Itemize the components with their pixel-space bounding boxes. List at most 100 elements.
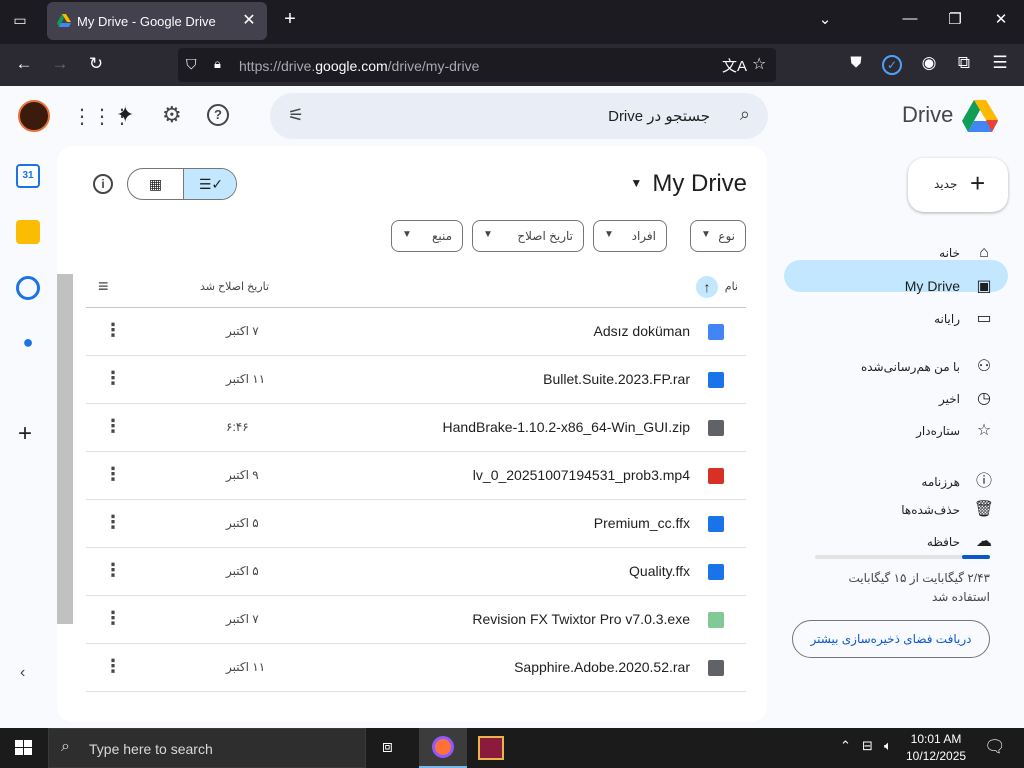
name-column-header[interactable]: نام <box>725 280 738 293</box>
close-window-button[interactable]: ✕ <box>986 10 1016 28</box>
close-tab-icon[interactable]: ✕ <box>239 10 259 30</box>
table-row[interactable]: ⋮ ۷ اکتبر Revision FX Twixtor Pro v7.0.3.e… <box>86 596 746 644</box>
table-row[interactable]: ⋮ ۱۱ اکتبر Sapphire.Adobe.2020.52.rar <box>86 644 746 692</box>
menu-icon[interactable]: ☰ <box>986 53 1014 73</box>
show-hidden-icons[interactable]: ⌃ <box>840 738 851 754</box>
collapse-panel-icon[interactable]: ‹ <box>20 664 25 682</box>
system-clock[interactable]: 10:01 AM 10/12/2025 <box>906 731 966 765</box>
settings-gear-icon[interactable]: ⚙ <box>162 102 182 128</box>
lock-icon[interactable]: 🔒︎ <box>214 56 221 72</box>
file-name[interactable]: Bullet.Suite.2023.FP.rar <box>543 371 690 387</box>
scrollbar[interactable] <box>57 274 73 624</box>
sort-ascending-icon[interactable]: ↑ <box>696 276 718 298</box>
list-view-icon[interactable]: ☰✓ <box>183 169 236 199</box>
firefox-taskbar-button[interactable] <box>419 728 467 768</box>
tasks-icon[interactable] <box>16 276 40 300</box>
browser-tab[interactable]: My Drive - Google Drive ✕ <box>47 2 267 40</box>
extensions-icon[interactable]: ⧉ <box>950 53 978 73</box>
gemini-icon[interactable]: ✦ <box>116 102 134 128</box>
file-name[interactable]: Adsız doküman <box>594 323 691 339</box>
modified-column-header[interactable]: تاریخ اصلاح شد <box>200 280 269 293</box>
more-actions-icon[interactable]: ⋮ <box>104 656 122 677</box>
account-icon[interactable]: ◉ <box>915 53 943 73</box>
more-actions-icon[interactable]: ⋮ <box>104 512 122 533</box>
minimize-button[interactable]: — <box>895 10 925 27</box>
network-icon[interactable]: ⊟ <box>862 738 873 754</box>
help-icon[interactable]: ? <box>207 104 229 126</box>
more-actions-icon[interactable]: ⋮ <box>104 320 122 341</box>
back-icon[interactable]: ← <box>10 54 38 74</box>
url-text[interactable]: https://drive.google.com/drive/my-drive <box>239 58 479 74</box>
sidebar-item-drive[interactable]: My Drive ▣ <box>905 276 994 296</box>
bookmark-star-icon[interactable]: ☆ <box>752 54 766 74</box>
search-input[interactable]: جستجو در Drive <box>608 107 710 125</box>
pocket-icon[interactable]: ⛊ <box>842 54 870 71</box>
view-toggle[interactable]: ▦ ☰✓ <box>127 168 237 200</box>
winrar-icon[interactable] <box>478 736 504 760</box>
task-view-icon[interactable]: ⧈ <box>382 737 393 757</box>
sort-options-icon[interactable]: ≡ <box>98 276 109 297</box>
filter-modified-chip[interactable]: تاریخ اصلاح ▼ <box>472 220 584 252</box>
search-options-icon[interactable]: ⚟ <box>288 105 304 126</box>
drive-logo-icon[interactable] <box>962 100 998 132</box>
file-name[interactable]: Quality.ffx <box>629 563 690 579</box>
taskbar-search-box[interactable]: ⌕ Type here to search <box>48 728 366 768</box>
sidebar-item-shared[interactable]: ⚇ با من هم‌رسانی‌شده <box>861 356 994 376</box>
file-name[interactable]: HandBrake-1.10.2-x86_64-Win_GUI.zip <box>443 419 690 435</box>
maximize-button[interactable]: ❐ <box>940 10 970 28</box>
address-bar[interactable]: ⛉ 🔒︎ https://drive.google.com/drive/my-d… <box>178 48 776 82</box>
more-actions-icon[interactable]: ⋮ <box>104 464 122 485</box>
new-tab-button[interactable]: + <box>275 8 305 31</box>
list-all-tabs-icon[interactable]: ⌄ <box>810 10 840 28</box>
contacts-icon[interactable]: ● <box>16 332 40 356</box>
extension-check-icon[interactable]: ✓ <box>882 55 902 75</box>
sidebar-item-home[interactable]: ⌂ خانه <box>939 244 994 262</box>
chevron-down-icon[interactable]: ▼ <box>630 176 642 190</box>
more-actions-icon[interactable]: ⋮ <box>104 368 122 389</box>
keep-icon[interactable] <box>16 220 40 244</box>
sidebar-item-star[interactable]: ☆ ستاره‌دار <box>916 420 994 440</box>
file-name[interactable]: Revision FX Twixtor Pro v7.0.3.exe <box>472 611 690 627</box>
avatar[interactable] <box>18 100 50 132</box>
forward-icon[interactable]: → <box>46 54 74 74</box>
more-actions-icon[interactable]: ⋮ <box>104 608 122 629</box>
filter-source-chip[interactable]: منبع ▼ <box>391 220 463 252</box>
table-row[interactable]: ⋮ ۷ اکتبر Adsız doküman <box>86 308 746 356</box>
search-icon[interactable]: ⌕ <box>740 104 750 125</box>
file-name[interactable]: Sapphire.Adobe.2020.52.rar <box>514 659 690 675</box>
translate-icon[interactable]: 文A <box>722 55 747 76</box>
table-row[interactable]: ⋮ ۱۱ اکتبر Bullet.Suite.2023.FP.rar <box>86 356 746 404</box>
spam-icon: ⓘ <box>975 473 992 490</box>
table-row[interactable]: ⋮ ۶:۴۶ HandBrake-1.10.2-x86_64-Win_GUI.zip <box>86 404 746 452</box>
table-row[interactable]: ⋮ ۵ اکتبر Premium_cc.ffx <box>86 500 746 548</box>
info-icon[interactable]: i <box>93 174 113 194</box>
calendar-icon[interactable]: 31 <box>16 164 40 188</box>
volume-icon[interactable]: 🔈︎ <box>884 738 892 754</box>
tab-title: My Drive - Google Drive <box>77 14 216 29</box>
sidebar-item-computer[interactable]: ▭ رایانه <box>934 308 994 328</box>
page-title[interactable]: ▼ My Drive <box>630 170 747 198</box>
grid-view-icon[interactable]: ▦ <box>128 169 183 199</box>
search-bar[interactable]: ⚟ جستجو در Drive ⌕ <box>270 93 768 139</box>
notifications-icon[interactable]: 🗨︎ <box>984 737 1006 757</box>
windows-start-icon[interactable] <box>15 740 33 756</box>
new-button[interactable]: جدید + <box>908 158 1008 212</box>
file-name[interactable]: lv_0_20251007194531_prob3.mp4 <box>473 467 690 483</box>
table-row[interactable]: ⋮ ۹ اکتبر lv_0_20251007194531_prob3.mp4 <box>86 452 746 500</box>
sidebar-item-cloud[interactable]: ☁ حافظه <box>927 531 994 551</box>
sidebar-item-trash[interactable]: 🗑︎ حذف‌شده‌ها <box>901 499 994 519</box>
get-more-storage-button[interactable]: دریافت فضای ذخیره‌سازی بیشتر <box>792 620 990 658</box>
sidebar-item-clock[interactable]: ◷ اخیر <box>939 388 994 408</box>
sidebar-item-spam[interactable]: ⓘ هرزنامه <box>921 467 994 491</box>
more-actions-icon[interactable]: ⋮ <box>104 560 122 581</box>
add-addon-icon[interactable]: + <box>18 420 32 448</box>
filter-type-chip[interactable]: نوع ▼ <box>690 220 746 252</box>
reload-icon[interactable]: ↻ <box>82 54 110 74</box>
file-name[interactable]: Premium_cc.ffx <box>594 515 690 531</box>
table-row[interactable]: ⋮ ۵ اکتبر Quality.ffx <box>86 548 746 596</box>
filter-people-chip[interactable]: افراد ▼ <box>593 220 667 252</box>
shield-icon[interactable]: ⛉ <box>186 56 197 73</box>
tab-list-icon[interactable]: ▭ <box>6 12 34 29</box>
taskbar-search-input[interactable]: Type here to search <box>89 741 213 757</box>
more-actions-icon[interactable]: ⋮ <box>104 416 122 437</box>
